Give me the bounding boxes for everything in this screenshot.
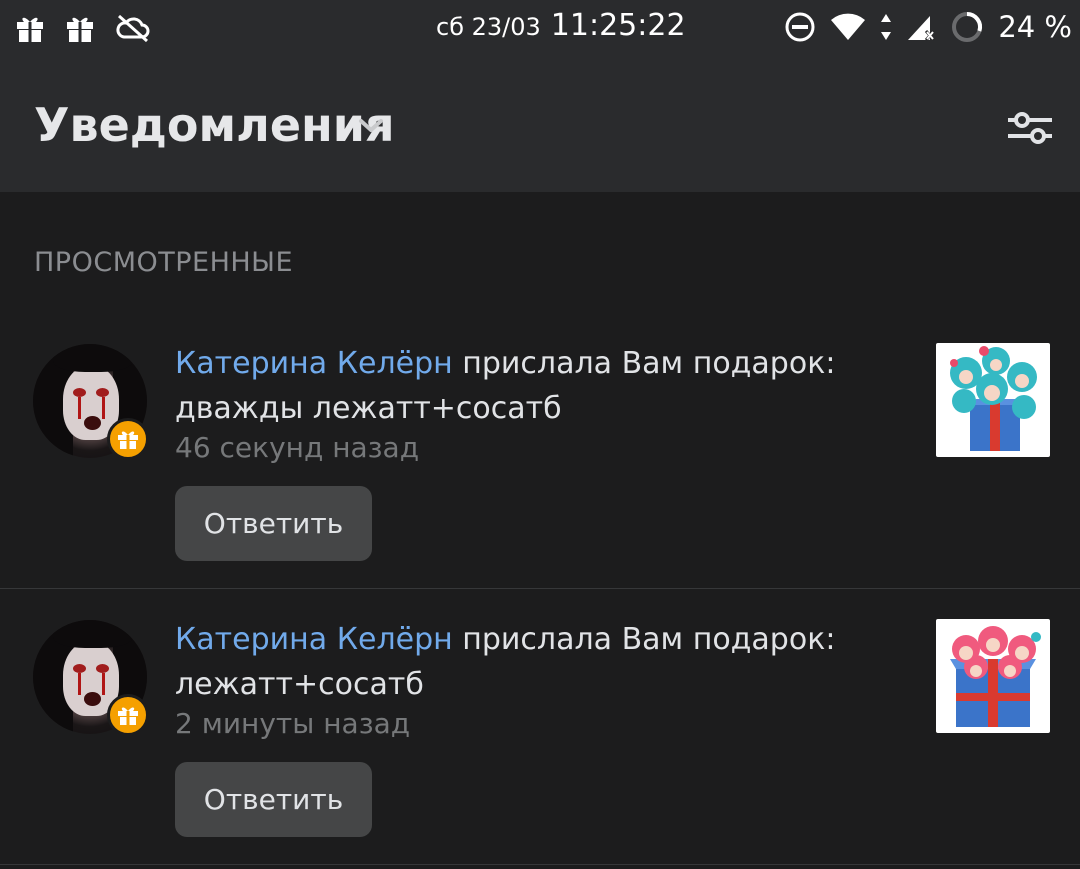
- notification-item[interactable]: Катерина Келёрн прислала Вам подарок: ле…: [0, 589, 1080, 865]
- sender-name-link[interactable]: Катерина Келёрн: [175, 622, 453, 657]
- wifi-icon: [831, 13, 866, 40]
- status-bar: сб 23/03 11:25:22 24 %: [0, 0, 1080, 62]
- do-not-disturb-icon: [785, 12, 815, 42]
- sender-name-link[interactable]: Катерина Келёрн: [175, 346, 453, 381]
- notification-item[interactable]: Катерина Келёрн прислала Вам подарок: дв…: [0, 313, 1080, 589]
- app-header: Уведомления: [0, 62, 1080, 192]
- notification-action: прислала Вам подарок:: [452, 622, 836, 657]
- gift-thumbnail[interactable]: [936, 619, 1050, 733]
- signal-icon: [908, 16, 936, 41]
- gift-badge-icon: [107, 694, 149, 736]
- gift-badge-icon: [107, 418, 149, 460]
- notification-text: Катерина Келёрн прислала Вам подарок: дв…: [175, 341, 915, 431]
- gift-thumbnail[interactable]: [936, 343, 1050, 457]
- status-icons-left: [16, 13, 150, 43]
- notification-time: 2 минуты назад: [175, 707, 411, 740]
- battery-ring-icon: [952, 11, 983, 42]
- gift-icon: [67, 17, 93, 42]
- notification-text: Катерина Келёрн прислала Вам подарок: ле…: [175, 617, 915, 707]
- cloud-off-icon: [116, 14, 150, 43]
- gift-icon: [17, 17, 43, 42]
- status-date: сб 23/03: [436, 13, 541, 41]
- reply-button[interactable]: Ответить: [175, 762, 372, 837]
- battery-percent: 24 %: [998, 10, 1072, 44]
- status-time: 11:25:22: [550, 8, 686, 43]
- status-datetime: сб 23/03 11:25:22: [436, 8, 686, 43]
- data-arrows-icon: [881, 14, 892, 40]
- status-icons-right: 24 %: [784, 10, 1072, 44]
- filter-sliders-icon[interactable]: [1006, 108, 1054, 148]
- page-title[interactable]: Уведомления: [34, 98, 395, 152]
- gift-message: дважды лежатт+сосатб: [175, 391, 562, 426]
- notification-action: прислала Вам подарок:: [452, 346, 836, 381]
- section-title-viewed: ПРОСМОТРЕННЫЕ: [34, 247, 294, 278]
- gift-message: лежатт+сосатб: [175, 667, 424, 702]
- chevron-down-icon[interactable]: [356, 116, 386, 136]
- notification-time: 46 секунд назад: [175, 431, 420, 464]
- reply-button[interactable]: Ответить: [175, 486, 372, 561]
